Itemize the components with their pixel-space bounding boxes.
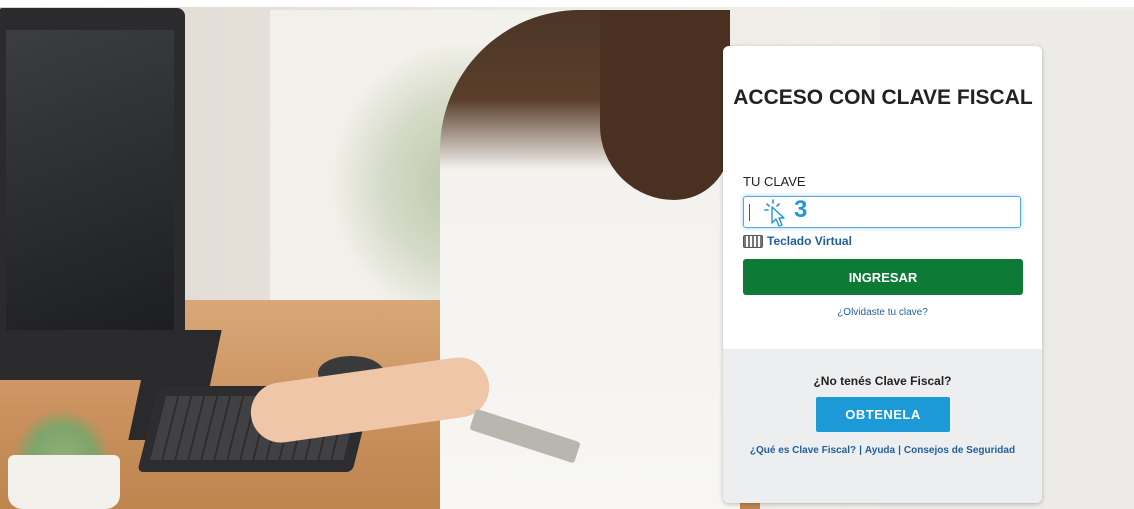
signup-prompt: ¿No tenés Clave Fiscal?: [813, 374, 952, 388]
security-tips-link[interactable]: Consejos de Seguridad: [904, 445, 1015, 456]
help-links: ¿Qué es Clave Fiscal? | Ayuda | Consejos de …: [743, 443, 1022, 459]
top-bar: [0, 0, 1134, 7]
monitor-screen: [6, 30, 174, 330]
help-link[interactable]: Ayuda: [865, 445, 895, 456]
virtual-keyboard-label: Teclado Virtual: [767, 234, 852, 248]
login-button[interactable]: INGRESAR: [743, 259, 1023, 295]
step-number: 3: [794, 196, 808, 223]
keyboard-icon: [743, 234, 763, 248]
link-separator: |: [898, 445, 901, 456]
link-separator: |: [859, 445, 862, 456]
plant-pot: [8, 455, 120, 509]
login-title: ACCESO CON CLAVE FISCAL: [733, 86, 1033, 109]
signup-section: ¿No tenés Clave Fiscal? OBTENELA ¿Qué es…: [723, 349, 1042, 503]
password-label: TU CLAVE: [743, 174, 806, 189]
text-caret: [749, 204, 750, 221]
forgot-password-link[interactable]: ¿Olvidaste tu clave?: [723, 307, 1042, 318]
computer-monitor: [0, 8, 185, 380]
virtual-keyboard-link[interactable]: Teclado Virtual: [743, 233, 852, 249]
hair: [600, 10, 730, 200]
click-cursor-icon: [764, 199, 785, 227]
password-input[interactable]: 3: [743, 196, 1021, 228]
get-clave-button[interactable]: OBTENELA: [816, 397, 950, 432]
login-card: ACCESO CON CLAVE FISCAL TU CLAVE 3 Tecla…: [723, 46, 1042, 503]
what-is-clave-link[interactable]: ¿Qué es Clave Fiscal?: [750, 445, 856, 456]
